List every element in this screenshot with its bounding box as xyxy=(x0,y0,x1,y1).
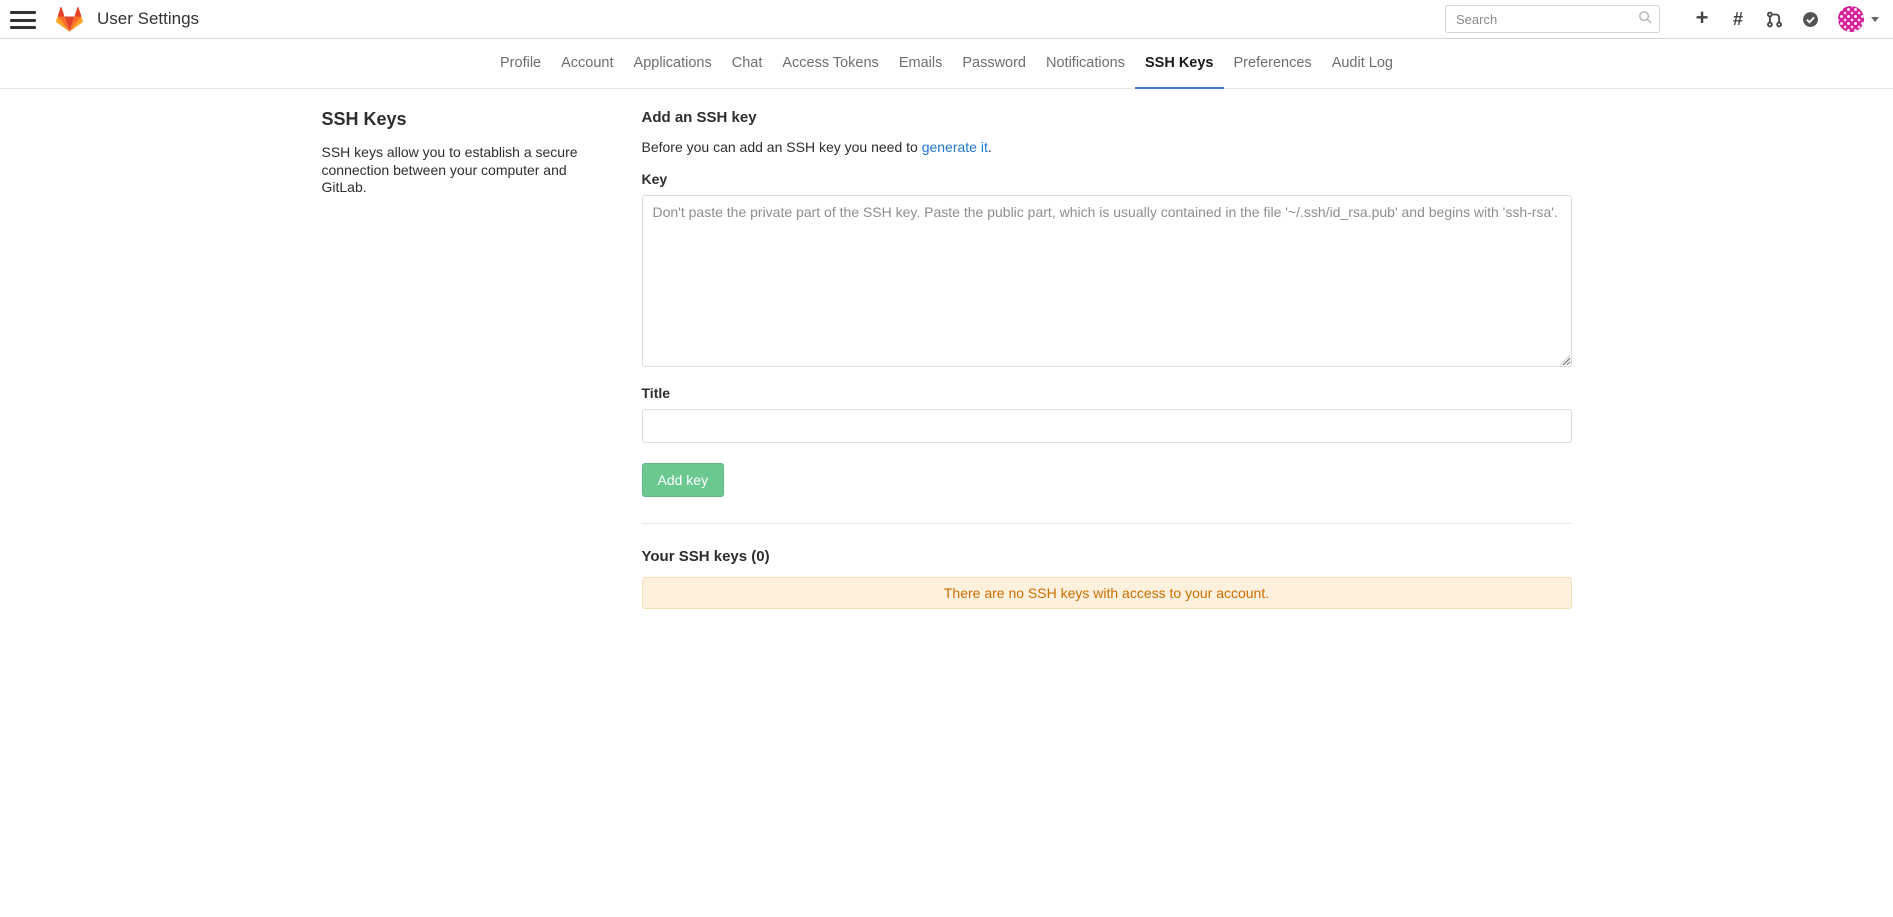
todos-check-icon[interactable] xyxy=(1792,4,1828,34)
tab-ssh-keys[interactable]: SSH Keys xyxy=(1135,39,1224,89)
add-key-button[interactable]: Add key xyxy=(642,463,725,497)
search-icon xyxy=(1638,10,1653,30)
tab-notifications[interactable]: Notifications xyxy=(1036,39,1135,88)
hint-period: . xyxy=(988,139,992,155)
top-navbar: User Settings + # xyxy=(0,0,1893,39)
ssh-key-textarea[interactable] xyxy=(642,195,1572,367)
hint-text: Before you can add an SSH key you need t… xyxy=(642,139,922,155)
title-label: Title xyxy=(642,385,1572,401)
search-box xyxy=(1445,5,1660,33)
tab-preferences[interactable]: Preferences xyxy=(1224,39,1322,88)
page-title: User Settings xyxy=(97,9,199,29)
section-sidebar: SSH Keys SSH keys allow you to establish… xyxy=(322,109,642,609)
section-divider xyxy=(642,523,1572,524)
tab-profile[interactable]: Profile xyxy=(490,39,551,88)
key-form-group: Key xyxy=(642,171,1572,367)
ssh-key-form-section: Add an SSH key Before you can add an SSH… xyxy=(642,109,1572,609)
add-ssh-key-heading: Add an SSH key xyxy=(642,109,1572,126)
user-avatar[interactable] xyxy=(1838,6,1864,32)
hamburger-menu-icon[interactable] xyxy=(10,11,36,29)
section-heading: SSH Keys xyxy=(322,109,582,130)
new-plus-icon[interactable]: + xyxy=(1684,4,1720,34)
tab-access-tokens[interactable]: Access Tokens xyxy=(772,39,888,88)
search-input[interactable] xyxy=(1445,5,1660,33)
generate-it-link[interactable]: generate it xyxy=(922,139,988,155)
gitlab-logo-icon[interactable] xyxy=(56,6,83,33)
issues-hash-icon[interactable]: # xyxy=(1720,4,1756,34)
tab-applications[interactable]: Applications xyxy=(624,39,722,88)
user-menu-caret-icon[interactable] xyxy=(1871,17,1879,22)
key-label: Key xyxy=(642,171,1572,187)
your-ssh-keys-heading: Your SSH keys (0) xyxy=(642,548,1572,565)
empty-keys-warning: There are no SSH keys with access to you… xyxy=(642,577,1572,609)
title-form-group: Title xyxy=(642,385,1572,443)
generate-key-hint: Before you can add an SSH key you need t… xyxy=(642,139,1572,155)
key-title-input[interactable] xyxy=(642,409,1572,443)
tab-password[interactable]: Password xyxy=(952,39,1036,88)
tab-emails[interactable]: Emails xyxy=(889,39,953,88)
settings-content: SSH Keys SSH keys allow you to establish… xyxy=(322,89,1572,609)
tab-chat[interactable]: Chat xyxy=(722,39,773,88)
section-description: SSH keys allow you to establish a secure… xyxy=(322,144,582,197)
tab-account[interactable]: Account xyxy=(551,39,623,88)
tab-audit-log[interactable]: Audit Log xyxy=(1322,39,1403,88)
settings-tabs-bar: Profile Account Applications Chat Access… xyxy=(0,39,1893,89)
merge-request-icon[interactable] xyxy=(1756,4,1792,34)
